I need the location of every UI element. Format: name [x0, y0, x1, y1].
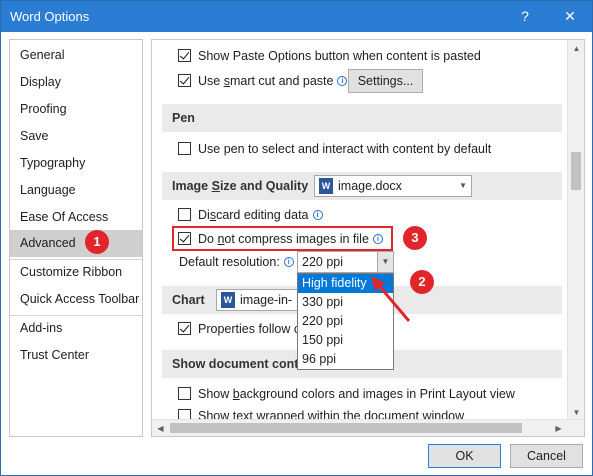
default-resolution-value: 220 ppi [302, 255, 344, 269]
annotation-arrow-icon [371, 276, 411, 322]
title-bar: Word Options ? ✕ [1, 1, 592, 32]
discard-editing-checkbox[interactable] [178, 208, 191, 222]
resolution-option-150[interactable]: 150 ppi [298, 331, 393, 350]
annotation-badge-3: 3 [403, 226, 427, 250]
smart-cut-checkbox[interactable] [178, 74, 191, 88]
show-background-colors-checkbox[interactable] [178, 387, 191, 401]
properties-follow-option[interactable]: Properties follow c [178, 319, 300, 339]
sidebar-item-proofing[interactable]: Proofing [10, 96, 142, 123]
info-icon: i [312, 209, 323, 220]
ok-button[interactable]: OK [428, 444, 501, 468]
scroll-left-icon[interactable]: ◀ [152, 420, 169, 436]
sidebar-item-save[interactable]: Save [10, 123, 142, 150]
background-colors-label-prefix: Show [198, 387, 233, 401]
sidebar-item-display[interactable]: Display [10, 69, 142, 96]
sidebar-item-ease-of-access[interactable]: Ease Of Access [10, 204, 142, 231]
default-resolution-select[interactable]: 220 ppi ▼ [297, 251, 394, 273]
settings-button[interactable]: Settings... [348, 69, 423, 93]
word-options-dialog: Word Options ? ✕ General Display Proofin… [0, 0, 593, 476]
chevron-down-icon[interactable]: ▼ [377, 252, 393, 272]
sidebar-item-customize-ribbon[interactable]: Customize Ribbon [10, 259, 142, 286]
show-background-colors-option[interactable]: Show background colors and images in Pri… [178, 384, 515, 404]
horizontal-scroll-thumb[interactable] [170, 423, 522, 433]
show-paste-options-label: Show Paste Options button when content i… [198, 49, 481, 63]
background-colors-label-suffix: ackground colors and images in Print Lay… [239, 387, 515, 401]
info-icon: i [283, 256, 294, 267]
use-pen-option[interactable]: Use pen to select and interact with cont… [178, 139, 491, 159]
properties-follow-checkbox[interactable] [178, 322, 191, 336]
image-header-prefix: Image [172, 179, 212, 193]
discard-editing-option[interactable]: Discard editing data i [178, 205, 323, 225]
options-sidebar: General Display Proofing Save Typography… [9, 39, 143, 437]
image-document-select[interactable]: Wimage.docx ▼ [314, 175, 472, 197]
resolution-option-96[interactable]: 96 ppi [298, 350, 393, 369]
scroll-right-icon[interactable]: ▶ [550, 420, 567, 436]
sidebar-item-language[interactable]: Language [10, 177, 142, 204]
highlight-box [172, 226, 393, 251]
show-paste-options-checkbox[interactable] [178, 49, 191, 63]
vertical-scroll-thumb[interactable] [571, 152, 581, 190]
chevron-down-icon: ▼ [459, 181, 467, 190]
horizontal-scrollbar[interactable]: ◀ ▶ [152, 419, 584, 436]
default-resolution-label: Default resolution: i [179, 252, 294, 272]
annotation-badge-1: 1 [85, 230, 109, 254]
word-document-icon: W [221, 291, 235, 308]
sidebar-item-add-ins[interactable]: Add-ins [10, 315, 142, 342]
close-button[interactable]: ✕ [553, 1, 587, 32]
background-colors-label-accesskey: b [232, 387, 240, 401]
sidebar-item-typography[interactable]: Typography [10, 150, 142, 177]
help-button[interactable]: ? [508, 1, 542, 32]
smart-cut-label-prefix: Use [198, 74, 224, 88]
sidebar-item-advanced[interactable]: Advanced [10, 230, 142, 257]
pen-section-header: Pen [162, 104, 562, 132]
image-header-accesskey: S [211, 179, 220, 193]
info-icon: i [337, 75, 348, 86]
vertical-scrollbar[interactable]: ▲ ▼ [567, 40, 584, 421]
sidebar-item-general[interactable]: General [10, 42, 142, 69]
smart-cut-label-suffix: mart cut and paste [229, 74, 334, 88]
image-header-suffix: ize and Quality [219, 179, 309, 193]
use-pen-checkbox[interactable] [178, 142, 191, 156]
smart-cut-option[interactable]: Use smart cut and paste i [178, 71, 348, 91]
scroll-up-icon[interactable]: ▲ [568, 40, 584, 57]
use-pen-label: Use pen to select and interact with cont… [198, 142, 492, 156]
word-document-icon: W [319, 177, 333, 194]
default-resolution-text: Default resolution: [179, 255, 280, 269]
cancel-button[interactable]: Cancel [510, 444, 583, 468]
advanced-options-panel: Show Paste Options button when content i… [151, 39, 585, 437]
show-paste-options-option[interactable]: Show Paste Options button when content i… [178, 46, 481, 66]
dialog-title: Word Options [10, 9, 90, 24]
discard-editing-label-prefix: Di [198, 208, 210, 222]
sidebar-item-trust-center[interactable]: Trust Center [10, 342, 142, 369]
discard-editing-label-suffix: card editing data [216, 208, 309, 222]
chart-document-value: image-in- [240, 293, 293, 307]
image-document-value: image.docx [338, 179, 402, 193]
sidebar-item-quick-access-toolbar[interactable]: Quick Access Toolbar [10, 286, 142, 313]
properties-follow-label: Properties follow c [198, 322, 301, 336]
